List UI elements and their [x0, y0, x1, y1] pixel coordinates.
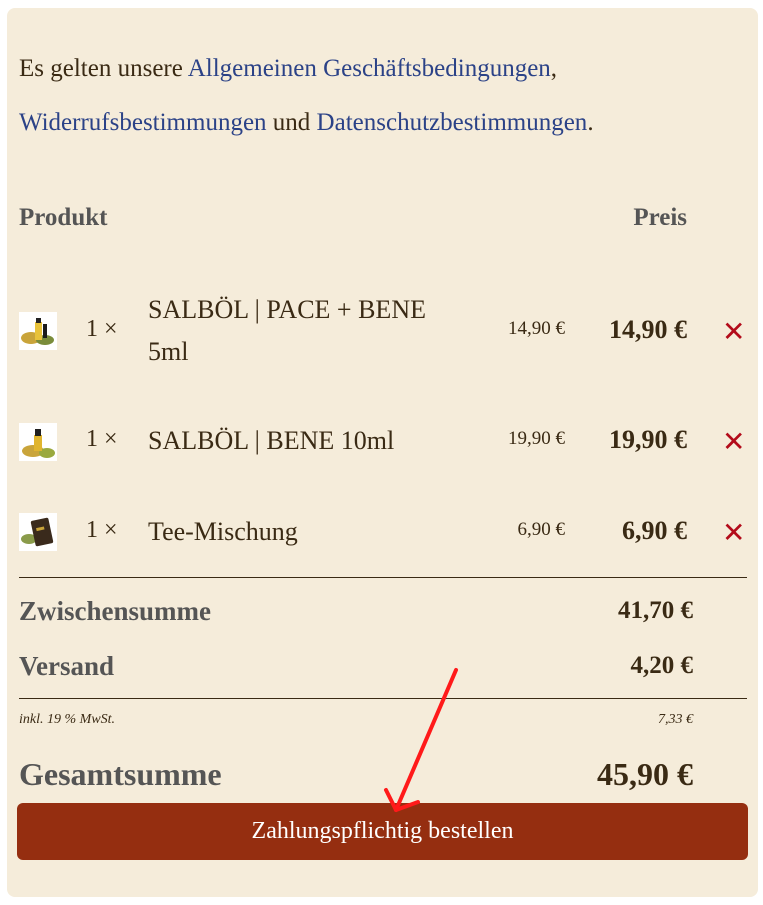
item-unit-price: 6,90 € — [517, 519, 566, 540]
item-total-price: 6,90 € — [622, 516, 687, 545]
remove-item-icon[interactable]: ✕ — [722, 428, 745, 456]
subtotal-value: 41,70 € — [618, 597, 693, 624]
column-header-product: Produkt — [19, 204, 108, 231]
item-name: SALBÖL | BENE 10ml — [148, 426, 395, 455]
subtotal-label: Zwischensumme — [19, 596, 212, 626]
terms-suffix: . — [587, 109, 594, 136]
item-quantity: 1 × — [86, 316, 118, 342]
item-name: SALBÖL | PACE + BENE 5ml — [148, 289, 478, 373]
shipping-label: Versand — [19, 651, 115, 681]
terms-prefix: Es gelten unsere — [19, 55, 188, 82]
item-total-price: 19,90 € — [609, 425, 687, 454]
item-total-price: 14,90 € — [609, 315, 687, 344]
shipping-value: 4,20 € — [630, 652, 694, 679]
item-quantity: 1 × — [86, 426, 118, 452]
datenschutz-link[interactable]: Datenschutzbestimmungen — [317, 109, 588, 136]
oil-bottle-thumbnail-icon[interactable] — [19, 423, 57, 461]
agb-link[interactable]: Allgemeinen Geschäftsbedingungen — [188, 55, 551, 82]
remove-item-icon[interactable]: ✕ — [722, 519, 745, 547]
oil-bottle-thumbnail-icon[interactable] — [19, 312, 57, 350]
column-header-price: Preis — [633, 204, 687, 231]
place-order-button[interactable]: Zahlungspflichtig bestellen — [17, 803, 748, 860]
item-quantity: 1 × — [86, 517, 118, 543]
terms-notice: Es gelten unsere Allgemeinen Geschäftsbe… — [19, 42, 749, 150]
grand-total-value: 45,90 € — [597, 756, 693, 792]
remove-item-icon[interactable]: ✕ — [722, 318, 745, 346]
item-name: Tee-Mischung — [148, 517, 298, 546]
item-unit-price: 14,90 € — [508, 318, 565, 339]
tax-value: 7,33 € — [658, 712, 693, 727]
item-unit-price: 19,90 € — [508, 428, 565, 449]
widerruf-link[interactable]: Widerrufsbestimmungen — [19, 109, 267, 136]
divider — [19, 577, 747, 578]
divider — [19, 698, 747, 699]
terms-separator: , — [550, 55, 558, 82]
terms-middle: und — [266, 109, 317, 136]
grand-total-label: Gesamtsumme — [19, 756, 222, 792]
item-name-line: 5ml — [148, 337, 189, 366]
tea-pack-thumbnail-icon[interactable] — [19, 513, 57, 551]
item-name-line: SALBÖL | PACE + BENE — [148, 295, 426, 324]
tax-label: inkl. 19 % MwSt. — [19, 712, 116, 727]
